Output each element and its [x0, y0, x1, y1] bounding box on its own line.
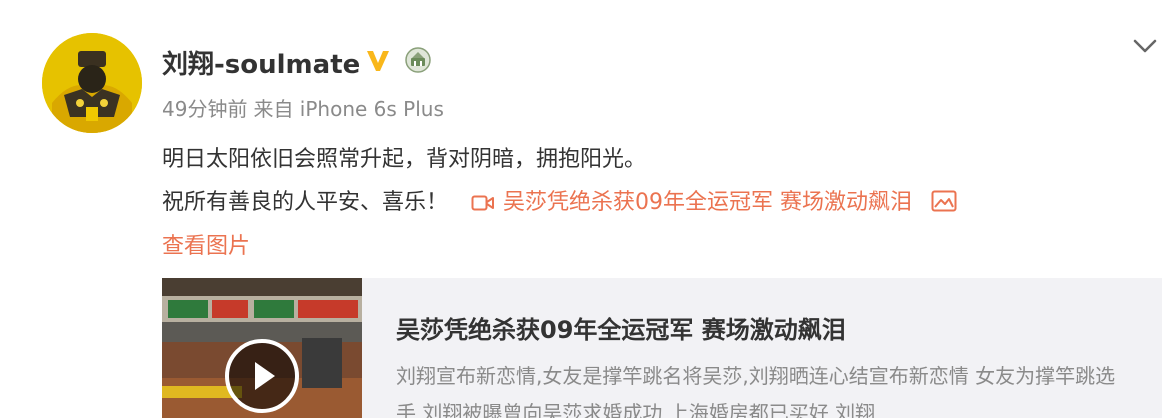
video-link[interactable]: 吴莎凭绝杀获09年全运冠军 赛场激动飙泪 — [471, 190, 919, 215]
avatar[interactable] — [42, 33, 142, 133]
video-thumbnail[interactable] — [162, 278, 362, 418]
card-title[interactable]: 吴莎凭绝杀获09年全运冠军 赛场激动飙泪 — [396, 310, 846, 345]
view-images-link[interactable]: 查看图片 — [162, 228, 250, 260]
medal-icon[interactable] — [403, 44, 433, 78]
video-link-label: 吴莎凭绝杀获09年全运冠军 赛场激动飙泪 — [503, 190, 913, 215]
post-text-line-2-content: 祝所有善良的人平安、喜乐！ — [162, 190, 449, 215]
chevron-down-icon[interactable] — [1132, 36, 1158, 60]
video-card[interactable]: 吴莎凭绝杀获09年全运冠军 赛场激动飙泪 刘翔宣布新恋情,女友是撑竿跳名将吴莎,… — [162, 278, 1162, 418]
play-icon[interactable] — [238, 352, 286, 400]
post-text-line-2: 祝所有善良的人平安、喜乐！ 吴莎凭绝杀获09年全运冠军 赛场激动飙泪 — [162, 184, 957, 218]
video-camera-icon — [471, 193, 495, 218]
verified-v-icon — [364, 46, 392, 78]
post-source[interactable]: 来自 iPhone 6s Plus — [253, 97, 443, 121]
picture-icon[interactable] — [931, 190, 957, 218]
post-meta: 49分钟前 来自 iPhone 6s Plus — [162, 93, 444, 122]
username[interactable]: 刘翔-soulmate — [162, 44, 360, 81]
post-time[interactable]: 49分钟前 — [162, 97, 247, 121]
post-text-line-1: 明日太阳依旧会照常升起，背对阴暗，拥抱阳光。 — [162, 147, 647, 172]
card-description: 刘翔宣布新恋情,女友是撑竿跳名将吴莎,刘翔晒连心结宣布新恋情 女友为撑竿跳选手 … — [396, 364, 1116, 418]
